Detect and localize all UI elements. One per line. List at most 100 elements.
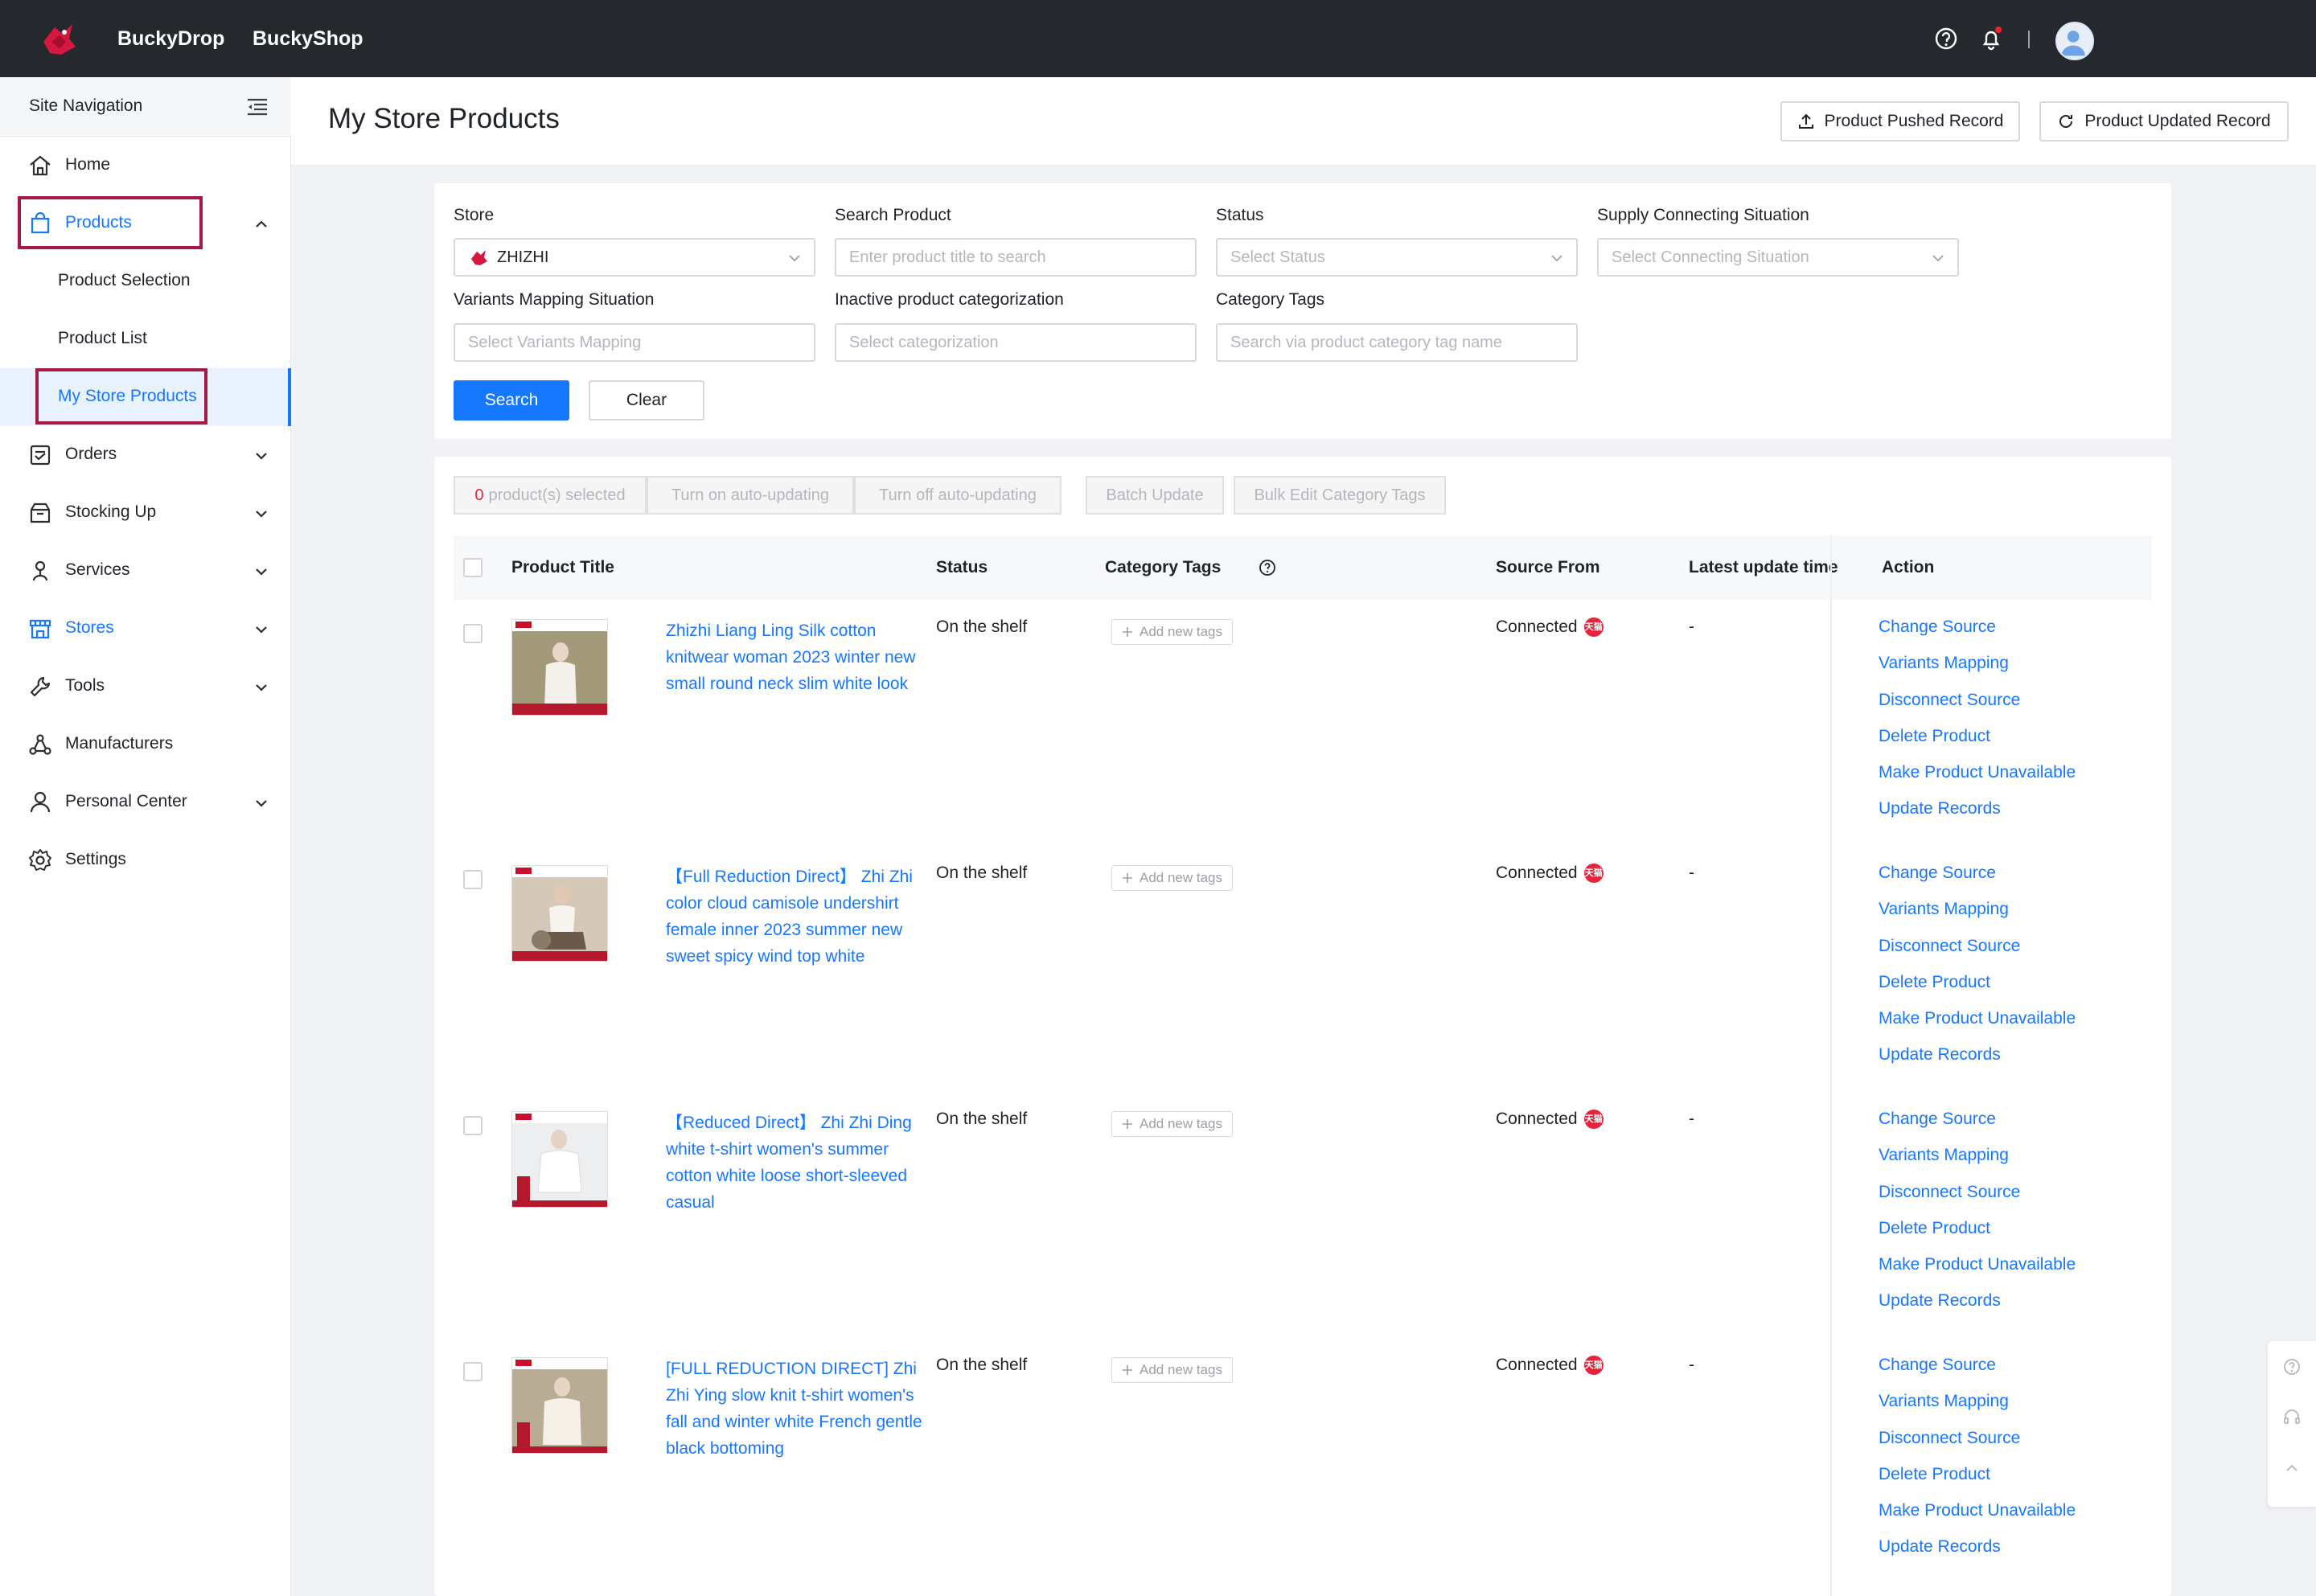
variants-mapping-link[interactable]: Variants Mapping [1879,900,2076,936]
sidebar-item-stores[interactable]: Stores [0,600,291,658]
change-source-link[interactable]: Change Source [1879,617,2076,654]
change-source-link[interactable]: Change Source [1879,1110,2076,1146]
delete-product-link[interactable]: Delete Product [1879,973,2076,1009]
bulk-edit-category-tags-button[interactable]: Bulk Edit Category Tags [1234,476,1446,515]
status-value: On the shelf [936,617,1028,636]
sidebar-item-tools[interactable]: Tools [0,658,291,716]
chevron-up-icon[interactable] [2282,1459,2302,1478]
help-circle-icon[interactable] [1258,558,1277,577]
chevron-down-icon[interactable] [253,563,270,581]
product-thumbnail[interactable] [511,1111,608,1208]
headset-icon[interactable] [2282,1407,2302,1426]
column-category-tags[interactable]: Category Tags [1105,558,1221,577]
turn-on-auto-updating-button[interactable]: Turn on auto-updating [647,476,854,515]
add-new-tags-button[interactable]: Add new tags [1111,865,1234,891]
product-title-link[interactable]: 【Full Reduction Direct】 Zhi Zhi color cl… [666,864,923,970]
change-source-link[interactable]: Change Source [1879,864,2076,900]
buckydrop-logo-icon[interactable] [35,18,80,63]
sidebar-subitem-label: Product List [58,329,147,347]
product-title-link[interactable]: 【Reduced Direct】 Zhi Zhi Ding white t-sh… [666,1110,923,1216]
disconnect-source-link[interactable]: Disconnect Source [1879,1429,2076,1465]
variants-mapping-link[interactable]: Variants Mapping [1879,1146,2076,1182]
chevron-up-icon[interactable] [253,215,270,233]
make-product-unavailable-link[interactable]: Make Product Unavailable [1879,1501,2076,1537]
disconnect-source-link[interactable]: Disconnect Source [1879,691,2076,727]
chevron-down-icon[interactable] [253,794,270,812]
supply-connecting-select[interactable]: Select Connecting Situation [1597,238,1959,277]
delete-product-link[interactable]: Delete Product [1879,1465,2076,1501]
sidebar-item-stocking-up[interactable]: Stocking Up [0,484,291,542]
column-status[interactable]: Status [936,558,988,577]
collapse-menu-icon[interactable] [244,94,270,120]
product-thumbnail[interactable] [511,1357,608,1454]
product-pushed-record-button[interactable]: Product Pushed Record [1780,101,2020,142]
status-placeholder: Select Status [1230,248,1325,266]
plus-icon [1123,1119,1132,1129]
update-records-link[interactable]: Update Records [1879,799,2076,835]
product-title-link[interactable]: [FULL REDUCTION DIRECT] Zhi Zhi Ying slo… [666,1356,923,1462]
chevron-down-icon[interactable] [253,447,270,465]
add-new-tags-button[interactable]: Add new tags [1111,619,1234,645]
make-product-unavailable-link[interactable]: Make Product Unavailable [1879,1255,2076,1291]
sidebar-item-settings[interactable]: Settings [0,831,291,889]
sidebar-item-orders[interactable]: Orders [0,426,291,484]
product-thumbnail[interactable] [511,619,608,716]
notification-bell-icon[interactable] [1977,24,2006,53]
brand-buckydrop[interactable]: BuckyDrop [117,0,224,77]
store-select[interactable]: ZHIZHI [454,238,815,277]
clear-button[interactable]: Clear [589,380,704,421]
delete-product-link[interactable]: Delete Product [1879,1219,2076,1255]
update-records-link[interactable]: Update Records [1879,1291,2076,1327]
chevron-down-icon[interactable] [253,679,270,696]
variants-mapping-link[interactable]: Variants Mapping [1879,1392,2076,1428]
update-records-link[interactable]: Update Records [1879,1537,2076,1573]
add-new-tags-label: Add new tags [1140,870,1223,885]
sidebar-item-home[interactable]: Home [0,137,291,195]
update-records-link[interactable]: Update Records [1879,1045,2076,1081]
turn-off-auto-updating-button[interactable]: Turn off auto-updating [854,476,1062,515]
avatar[interactable] [2055,22,2094,60]
column-latest-update-time[interactable]: Latest update time [1689,558,1838,577]
inactive-categorization-select[interactable]: Select categorization [835,323,1197,362]
product-thumbnail[interactable] [511,865,608,962]
search-product-input[interactable]: Enter product title to search [835,238,1197,277]
chevron-down-icon[interactable] [253,505,270,523]
chevron-down-icon[interactable] [253,621,270,638]
category-tags-input[interactable]: Search via product category tag name [1216,323,1578,362]
batch-update-button[interactable]: Batch Update [1086,476,1224,515]
sidebar-item-personal-center[interactable]: Personal Center [0,773,291,831]
row-checkbox[interactable] [463,870,482,889]
sidebar-item-label: Tools [65,676,105,695]
make-product-unavailable-link[interactable]: Make Product Unavailable [1879,763,2076,799]
sidebar-subitem-product-selection[interactable]: Product Selection [0,252,291,310]
help-icon[interactable] [2282,1357,2302,1376]
brand-buckyshop[interactable]: BuckyShop [253,0,363,77]
change-source-link[interactable]: Change Source [1879,1356,2076,1392]
table-row: 【Full Reduction Direct】 Zhi Zhi color cl… [454,846,2152,1092]
sidebar-item-manufacturers[interactable]: Manufacturers [0,716,291,773]
product-title-link[interactable]: Zhizhi Liang Ling Silk cotton knitwear w… [666,617,923,697]
select-all-checkbox[interactable] [463,558,482,577]
sidebar-subitem-product-list[interactable]: Product List [0,310,291,368]
row-checkbox[interactable] [463,1362,482,1381]
add-new-tags-button[interactable]: Add new tags [1111,1357,1234,1383]
add-new-tags-button[interactable]: Add new tags [1111,1111,1234,1137]
tmall-badge-icon: 天猫 [1583,1110,1604,1130]
make-product-unavailable-link[interactable]: Make Product Unavailable [1879,1009,2076,1045]
product-updated-record-button[interactable]: Product Updated Record [2039,101,2289,142]
row-checkbox[interactable] [463,624,482,643]
disconnect-source-link[interactable]: Disconnect Source [1879,937,2076,973]
column-source-from[interactable]: Source From [1496,558,1600,577]
delete-product-link[interactable]: Delete Product [1879,727,2076,763]
variants-mapping-link[interactable]: Variants Mapping [1879,654,2076,690]
search-button[interactable]: Search [454,380,569,421]
variants-mapping-select[interactable]: Select Variants Mapping [454,323,815,362]
row-checkbox[interactable] [463,1116,482,1135]
help-icon[interactable] [1932,24,1961,53]
tmall-badge-icon: 天猫 [1583,617,1604,638]
status-select[interactable]: Select Status [1216,238,1578,277]
sidebar-item-services[interactable]: Services [0,542,291,600]
disconnect-source-link[interactable]: Disconnect Source [1879,1183,2076,1219]
column-product-title[interactable]: Product Title [511,558,614,577]
store-select-value: ZHIZHI [497,248,549,266]
